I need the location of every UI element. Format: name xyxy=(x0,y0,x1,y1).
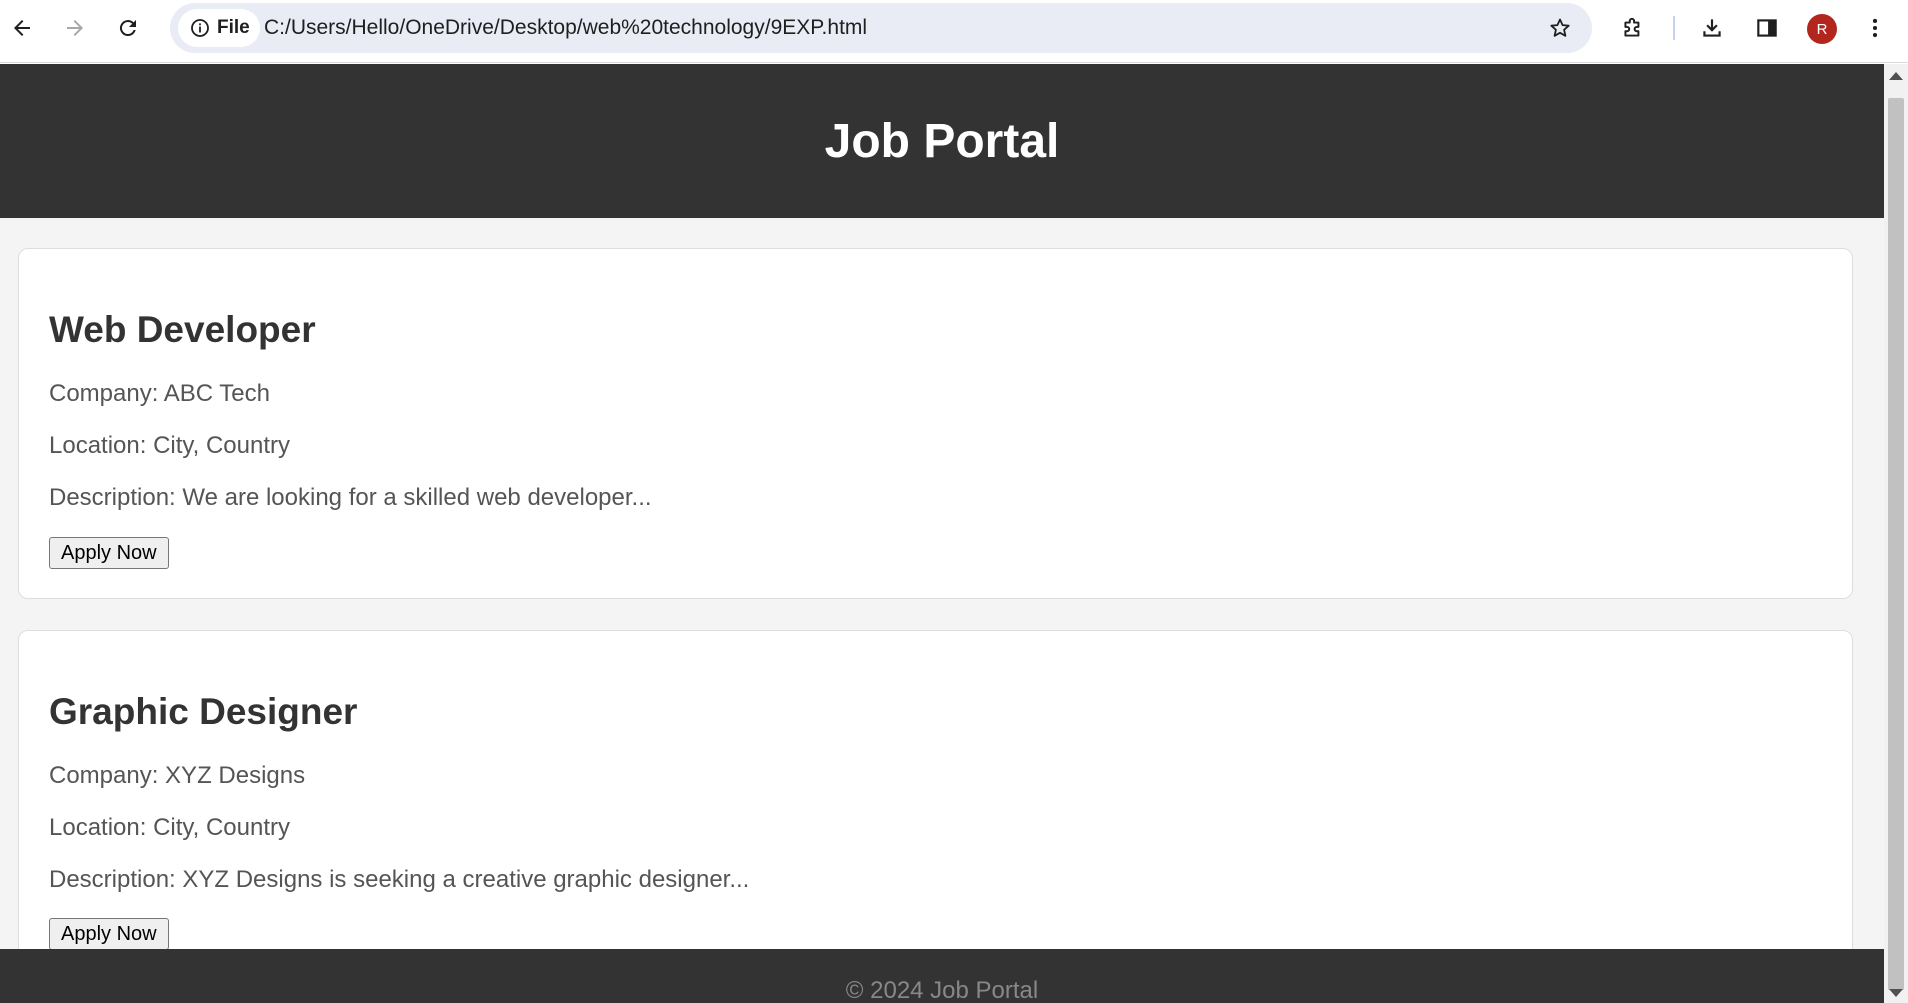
puzzle-icon xyxy=(1624,17,1640,37)
job-card: Web Developer Company: ABC Tech Location… xyxy=(18,248,1853,599)
arrow-right-icon xyxy=(67,20,83,36)
job-description: Description: XYZ Designs is seeking a cr… xyxy=(49,866,750,893)
back-button[interactable] xyxy=(4,10,40,46)
job-company: Company: ABC Tech xyxy=(49,380,271,407)
footer-copyright: © 2024 Job Portal xyxy=(845,977,1039,1003)
toolbar-divider xyxy=(1673,16,1675,40)
scroll-thumb[interactable] xyxy=(1888,98,1904,990)
arrow-left-icon xyxy=(14,20,30,36)
browser-toolbar: File C:/Users/Hello/OneDrive/Desktop/web… xyxy=(0,0,1908,63)
forward-button[interactable] xyxy=(57,10,93,46)
page-viewport: Job Portal Web Developer Company: ABC Te… xyxy=(0,64,1884,1003)
page-title: Job Portal xyxy=(824,114,1060,168)
site-header: Job Portal xyxy=(0,64,1884,218)
more-vertical-icon xyxy=(1872,18,1878,38)
profile-avatar[interactable]: R xyxy=(1807,14,1837,44)
job-location: Location: City, Country xyxy=(49,814,290,841)
bookmark-button[interactable] xyxy=(1544,12,1576,44)
url-text[interactable]: C:/Users/Hello/OneDrive/Desktop/web%20te… xyxy=(264,16,867,40)
side-panel-button[interactable] xyxy=(1749,10,1785,46)
scroll-up-arrow-icon[interactable] xyxy=(1889,72,1903,80)
scroll-down-arrow-icon[interactable] xyxy=(1889,989,1903,997)
info-icon xyxy=(191,19,209,37)
downloads-button[interactable] xyxy=(1694,10,1730,46)
star-icon xyxy=(1550,18,1570,37)
site-info-chip[interactable]: File xyxy=(178,9,260,47)
extensions-button[interactable] xyxy=(1615,10,1651,46)
job-company: Company: XYZ Designs xyxy=(49,762,306,789)
apply-now-button[interactable]: Apply Now xyxy=(49,918,169,950)
menu-button[interactable] xyxy=(1857,10,1893,46)
job-title: Web Developer xyxy=(49,309,316,350)
apply-now-button[interactable]: Apply Now xyxy=(49,537,169,569)
vertical-scrollbar[interactable] xyxy=(1884,64,1908,1003)
job-location: Location: City, Country xyxy=(49,432,290,459)
job-description: Description: We are looking for a skille… xyxy=(49,484,652,511)
side-panel-icon xyxy=(1757,19,1777,37)
download-icon xyxy=(1703,19,1721,37)
address-bar[interactable]: File C:/Users/Hello/OneDrive/Desktop/web… xyxy=(170,3,1592,53)
reload-icon xyxy=(119,20,136,37)
job-title: Graphic Designer xyxy=(49,691,358,732)
job-card: Graphic Designer Company: XYZ Designs Lo… xyxy=(18,630,1853,1003)
site-footer: © 2024 Job Portal xyxy=(0,949,1884,1003)
site-chip-label: File xyxy=(217,17,250,38)
reload-button[interactable] xyxy=(110,10,146,46)
